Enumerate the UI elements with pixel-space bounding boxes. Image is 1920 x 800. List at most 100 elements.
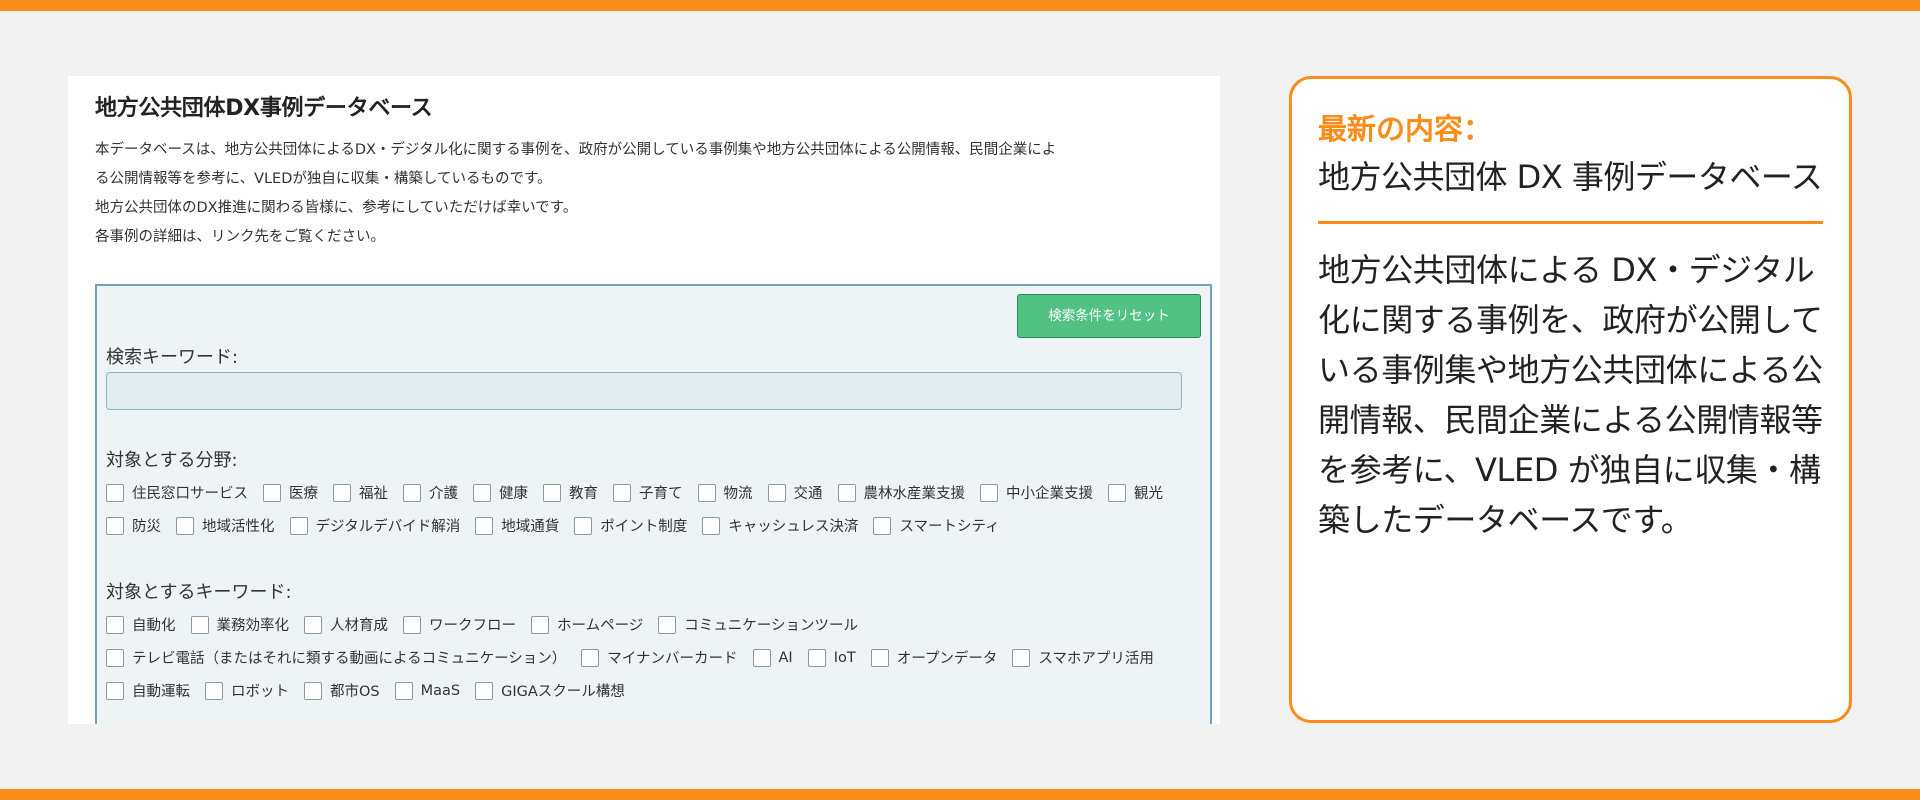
keyword-option-label: 自動運転	[132, 684, 190, 700]
keyword-option[interactable]: IoT	[807, 648, 856, 667]
field-checkbox[interactable]	[980, 483, 998, 502]
field-checkbox[interactable]	[176, 516, 194, 535]
field-option[interactable]: 福祉	[333, 482, 388, 503]
field-option[interactable]: 介護	[403, 482, 458, 503]
keyword-option-label: GIGAスクール構想	[501, 684, 625, 700]
keyword-option[interactable]: ロボット	[205, 680, 289, 701]
field-option-label: 医療	[289, 486, 318, 502]
keyword-option[interactable]: GIGAスクール構想	[475, 680, 625, 701]
keyword-checkbox[interactable]	[403, 615, 421, 634]
field-checkbox[interactable]	[106, 516, 124, 535]
keyword-option-label: 都市OS	[330, 684, 380, 700]
top-accent-bar	[0, 0, 1920, 11]
field-checkbox[interactable]	[403, 483, 421, 502]
fields-label: 対象とする分野:	[106, 450, 238, 471]
keyword-option[interactable]: コミュニケーションツール	[658, 614, 858, 635]
field-option[interactable]: ポイント制度	[574, 515, 687, 536]
field-option[interactable]: 交通	[767, 482, 823, 503]
database-description: 本データベースは、地方公共団体によるDX・デジタル化に関する事例を、政府が公開し…	[95, 136, 1205, 252]
panel-divider	[1318, 221, 1823, 224]
keywords-checkbox-row: 自動運転 ロボット 都市OS MaaS GIGAスクール構想	[106, 680, 640, 701]
keyword-checkbox[interactable]	[807, 648, 826, 667]
field-option-label: 観光	[1134, 486, 1163, 502]
keyword-option[interactable]: 自動化	[106, 614, 176, 635]
field-option-label: 教育	[569, 486, 598, 502]
keyword-checkbox[interactable]	[106, 681, 124, 700]
keyword-checkbox[interactable]	[106, 615, 124, 634]
field-option-label: 住民窓口サービス	[132, 486, 248, 502]
field-option[interactable]: 医療	[263, 482, 318, 503]
keyword-option-label: ホームページ	[557, 618, 644, 634]
field-option[interactable]: 地域通貨	[475, 515, 559, 536]
field-checkbox[interactable]	[475, 516, 494, 535]
field-checkbox[interactable]	[613, 483, 631, 502]
keyword-option[interactable]: 自動運転	[106, 680, 190, 701]
keyword-checkbox[interactable]	[531, 615, 549, 634]
keyword-checkbox[interactable]	[752, 648, 771, 667]
keyword-checkbox[interactable]	[304, 615, 322, 634]
field-option[interactable]: 観光	[1108, 482, 1163, 503]
field-option-label: 防災	[132, 519, 161, 535]
keyword-option[interactable]: 人材育成	[304, 614, 388, 635]
panel-title: 地方公共団体 DX 事例データベース	[1318, 158, 1823, 196]
field-option[interactable]: キャッシュレス決済	[702, 515, 858, 536]
field-checkbox[interactable]	[289, 516, 308, 535]
field-option[interactable]: 防災	[106, 515, 161, 536]
field-checkbox[interactable]	[873, 516, 892, 535]
field-option[interactable]: スマートシティ	[873, 515, 1000, 536]
search-panel: 検索条件をリセット 検索キーワード: 対象とする分野: 住民窓口サービス 医療 福祉…	[95, 284, 1212, 724]
field-option[interactable]: 教育	[543, 482, 598, 503]
field-option[interactable]: デジタルデバイド解消	[289, 515, 461, 536]
keyword-checkbox[interactable]	[190, 615, 209, 634]
field-option-label: 介護	[429, 486, 458, 502]
keyword-checkbox[interactable]	[581, 648, 600, 667]
keyword-option-label: マイナンバーカード	[607, 651, 738, 667]
keyword-checkbox[interactable]	[475, 681, 494, 700]
keyword-option[interactable]: スマホアプリ活用	[1012, 647, 1154, 668]
keyword-option[interactable]: 業務効率化	[190, 614, 289, 635]
keyword-checkbox[interactable]	[658, 615, 677, 634]
field-checkbox[interactable]	[106, 483, 124, 502]
keyword-checkbox[interactable]	[205, 681, 223, 700]
keyword-checkbox[interactable]	[870, 648, 889, 667]
field-option[interactable]: 物流	[697, 482, 753, 503]
field-checkbox[interactable]	[697, 483, 716, 502]
field-option[interactable]: 中小企業支援	[980, 482, 1093, 503]
field-option[interactable]: 健康	[473, 482, 528, 503]
keyword-checkbox[interactable]	[304, 681, 322, 700]
keyword-option[interactable]: ホームページ	[531, 614, 643, 635]
field-option-label: 中小企業支援	[1006, 486, 1093, 502]
keyword-option[interactable]: 都市OS	[304, 680, 380, 701]
description-line: 各事例の詳細は、リンク先をご覧ください。	[95, 229, 385, 245]
field-checkbox[interactable]	[263, 483, 281, 502]
keyword-option[interactable]: AI	[752, 648, 793, 667]
reset-search-button[interactable]: 検索条件をリセット	[1017, 294, 1201, 338]
field-checkbox[interactable]	[473, 483, 491, 502]
field-checkbox[interactable]	[1108, 483, 1126, 502]
keyword-option[interactable]: テレビ電話（またはそれに類する動画によるコミュニケーション）	[106, 647, 566, 668]
keyword-checkbox[interactable]	[1012, 648, 1031, 667]
field-checkbox[interactable]	[333, 483, 351, 502]
keyword-checkbox[interactable]	[394, 681, 413, 700]
field-option[interactable]: 住民窓口サービス	[106, 482, 248, 503]
keyword-option[interactable]: マイナンバーカード	[581, 647, 738, 668]
keyword-option-label: オープンデータ	[896, 651, 998, 667]
field-option-label: スマートシティ	[899, 519, 1000, 535]
field-option-label: 福祉	[359, 486, 388, 502]
field-option-label: デジタルデバイド解消	[315, 519, 461, 535]
field-option[interactable]: 地域活性化	[176, 515, 275, 536]
keyword-option[interactable]: ワークフロー	[403, 614, 516, 635]
field-option[interactable]: 農林水産業支援	[837, 482, 965, 503]
bottom-accent-bar	[0, 789, 1920, 800]
field-checkbox[interactable]	[702, 516, 721, 535]
keyword-option[interactable]: MaaS	[394, 681, 460, 700]
field-checkbox[interactable]	[574, 516, 593, 535]
field-checkbox[interactable]	[767, 483, 786, 502]
field-checkbox[interactable]	[543, 483, 561, 502]
keyword-option[interactable]: オープンデータ	[870, 647, 998, 668]
keyword-option-label: IoT	[833, 649, 856, 666]
search-keyword-input[interactable]	[106, 372, 1182, 410]
field-checkbox[interactable]	[837, 483, 856, 502]
field-option[interactable]: 子育て	[613, 482, 683, 503]
keyword-checkbox[interactable]	[106, 648, 124, 667]
